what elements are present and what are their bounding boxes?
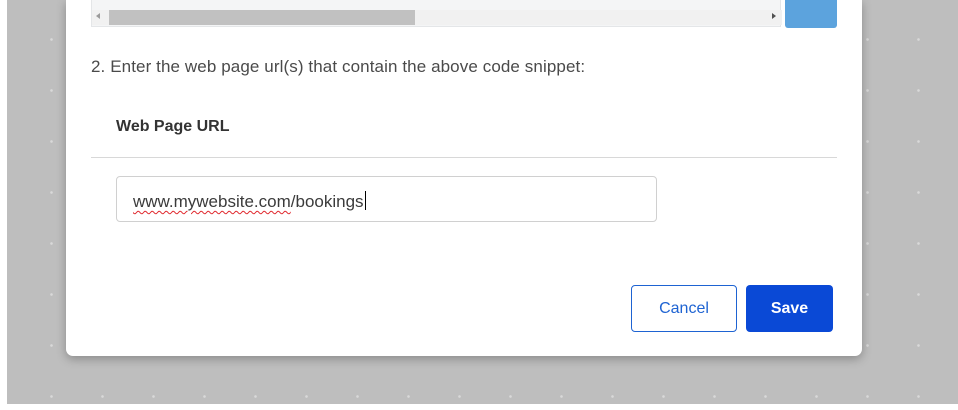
scroll-right-arrow-icon[interactable] [772,13,776,19]
scrollbar-thumb[interactable] [109,10,415,25]
cancel-button[interactable]: Cancel [631,285,737,332]
web-page-url-input[interactable]: www.mywebsite.com/bookings [116,176,657,222]
copy-code-button[interactable] [785,0,837,28]
page-edge-bottom [0,404,958,410]
url-spellcheck-segment: www.mywebsite.com [133,192,291,211]
url-input-value: www.mywebsite.com/bookings [133,191,366,212]
step-2-instruction: 2. Enter the web page url(s) that contai… [91,57,586,76]
url-path-segment: /bookings [290,192,364,211]
page-edge-left [0,0,7,410]
add-url-dialog: 2. Enter the web page url(s) that contai… [66,0,862,356]
scroll-left-arrow-icon[interactable] [96,13,100,19]
code-snippet-box [91,0,782,27]
code-snippet-horizontal-scrollbar[interactable] [92,10,782,25]
text-caret [364,191,366,210]
header-divider [91,157,837,158]
save-button[interactable]: Save [746,285,833,332]
web-page-url-header: Web Page URL [116,118,230,135]
